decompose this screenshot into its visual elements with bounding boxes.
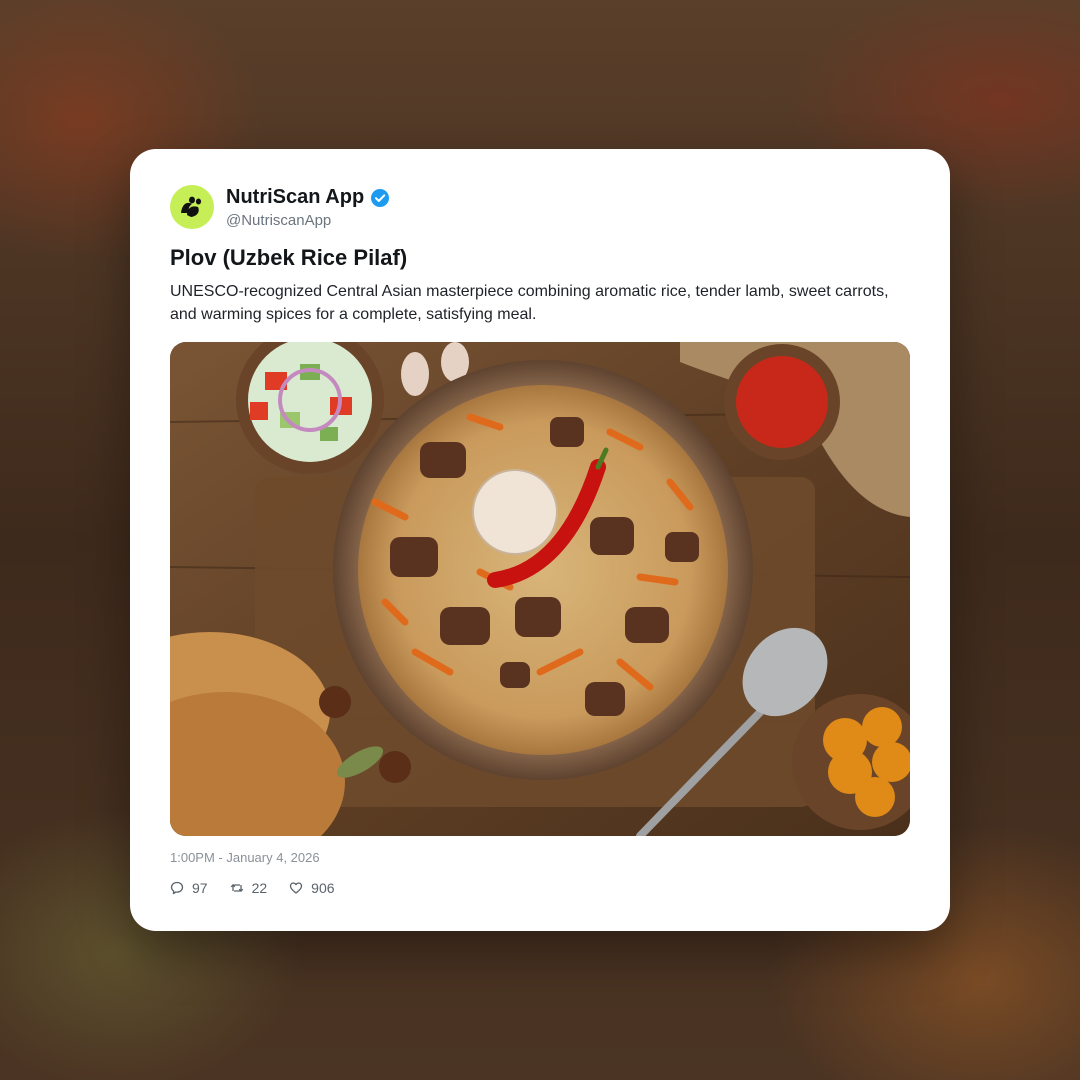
- account-handle[interactable]: @NutriscanApp: [226, 212, 390, 229]
- repost-icon: [230, 884, 243, 892]
- verified-badge-icon: [370, 188, 390, 208]
- heart-icon: [290, 882, 303, 894]
- post-text: UNESCO-recognized Central Asian masterpi…: [170, 283, 889, 323]
- avatar[interactable]: [170, 185, 214, 229]
- post-card: NutriScan App @NutriscanApp Plov (Uzbek …: [130, 149, 950, 931]
- post-title: Plov (Uzbek Rice Pilaf): [170, 245, 408, 270]
- like-button[interactable]: 906: [289, 880, 335, 896]
- like-count: 906: [311, 880, 335, 896]
- reply-button[interactable]: 97: [170, 880, 208, 896]
- post-timestamp[interactable]: 1:00PM - January 4, 2026: [170, 850, 320, 865]
- repost-count: 22: [251, 880, 268, 896]
- reply-icon: [170, 881, 184, 895]
- post-image[interactable]: [170, 342, 910, 836]
- display-name[interactable]: NutriScan App: [226, 186, 364, 209]
- post-header: NutriScan App @NutriscanApp: [170, 185, 390, 229]
- reply-count: 97: [192, 880, 208, 896]
- repost-button[interactable]: 22: [230, 880, 268, 896]
- leaf-logo-icon: [181, 196, 202, 217]
- post-actions: 97 22 906: [170, 880, 357, 896]
